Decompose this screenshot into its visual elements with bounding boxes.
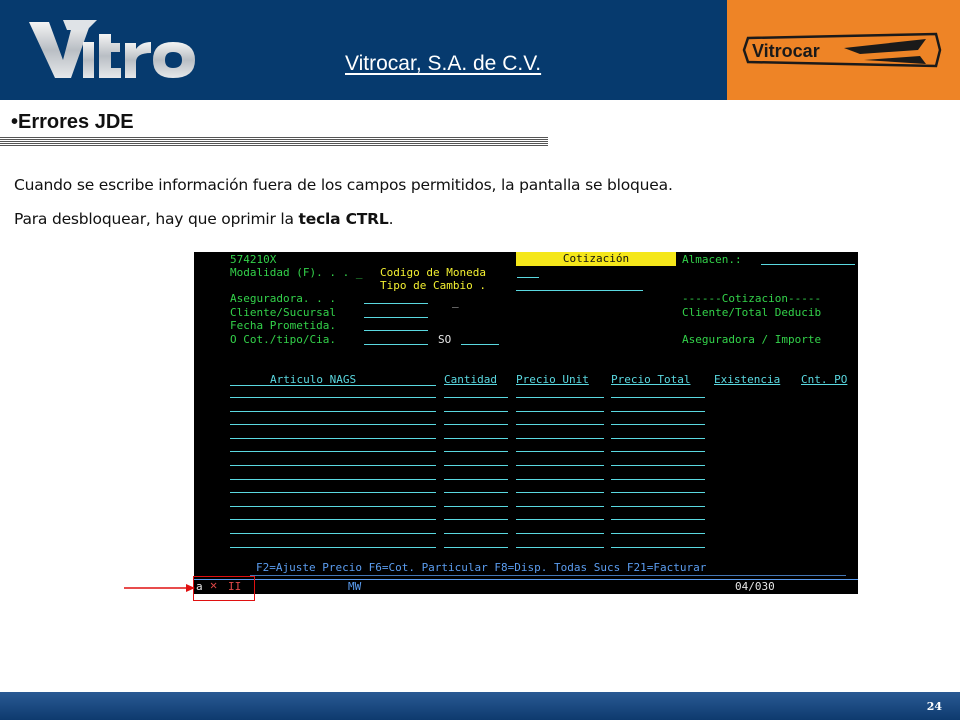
grid-input-field[interactable] (611, 492, 705, 494)
grid-input-field[interactable] (444, 410, 508, 412)
grid-input-field[interactable] (444, 451, 508, 453)
grid-input-field[interactable] (230, 424, 436, 426)
slide-footer: 24 (0, 692, 960, 720)
grid-input-field[interactable] (516, 451, 604, 453)
grid-input-field[interactable] (516, 410, 604, 412)
grid-input-field[interactable] (444, 505, 508, 507)
vitrocar-logo: Vitrocar (742, 32, 942, 68)
grid-input-field[interactable] (230, 505, 436, 507)
grid-input-field[interactable] (611, 533, 705, 534)
codigo-moneda-label: Codigo de Moneda (380, 266, 486, 279)
grid-input-field[interactable] (611, 465, 705, 466)
grid-input-field[interactable] (230, 519, 436, 521)
col-articulo: Articulo NAGS (270, 373, 357, 386)
grid-input-field[interactable] (444, 533, 508, 534)
cursor-position: 04/030 (735, 580, 775, 593)
cotizacion-section: ------Cotizacion----- (682, 292, 822, 305)
fecha-field[interactable] (364, 330, 428, 331)
slide-title: •Errores JDE (11, 111, 134, 133)
grid-input-field[interactable] (611, 451, 705, 453)
grid-input-field[interactable] (516, 465, 604, 466)
grid-input-field[interactable] (230, 546, 436, 548)
grid-input-field[interactable] (611, 546, 705, 548)
o-cot-field[interactable] (364, 344, 428, 345)
program-id: 574210X (230, 253, 277, 266)
grid-input-field[interactable] (444, 465, 508, 466)
grid-input-field[interactable] (516, 505, 604, 507)
grid-input-field[interactable] (516, 533, 604, 534)
red-pointer-arrow-icon (124, 584, 195, 592)
grid-input-field[interactable] (444, 437, 508, 439)
tipo-cambio-label: Tipo de Cambio . (380, 279, 486, 292)
instruction-text-2: Para desbloquear, hay que oprimir la tec… (14, 210, 394, 228)
grid-input-field[interactable] (516, 519, 604, 521)
grid-input-field[interactable] (516, 397, 604, 398)
page-number: 24 (926, 700, 942, 713)
almacen-field[interactable] (761, 264, 855, 265)
status-mw: MW (348, 580, 362, 593)
fecha-prometida-label: Fecha Prometida. (230, 319, 336, 332)
instruction-prefix: Para desbloquear, hay que oprimir la (14, 210, 299, 228)
tipo-cambio-field[interactable] (516, 290, 643, 291)
grid-input-field[interactable] (516, 492, 604, 494)
modalidad-label: Modalidad (F). . . _ (230, 266, 363, 279)
ctrl-key-label: tecla CTRL (298, 210, 389, 228)
jde-terminal-screen: 574210X Cotización Almacen.: Modalidad (… (194, 252, 858, 594)
title-underline (0, 137, 548, 146)
grid-input-field[interactable] (444, 478, 508, 480)
company-name: Vitrocar, S.A. de C.V. (345, 52, 542, 75)
grid-input-field[interactable] (230, 451, 436, 453)
cursor: _ (452, 295, 459, 308)
grid-input-field[interactable] (230, 410, 436, 412)
grid-input-field[interactable] (444, 546, 508, 548)
aseguradora-importe-label: Aseguradora / Importe (682, 333, 822, 346)
grid-input-field[interactable] (611, 519, 705, 521)
grid-input-field[interactable] (444, 492, 508, 494)
so-value: SO (438, 333, 452, 346)
grid-input-field[interactable] (611, 505, 705, 507)
grid-input-field[interactable] (444, 424, 508, 426)
col-precio-unit: Precio Unit (516, 373, 589, 386)
grid-input-field[interactable] (516, 424, 604, 426)
svg-text:Vitrocar: Vitrocar (752, 41, 820, 61)
grid-input-field[interactable] (611, 410, 705, 412)
grid-input-field[interactable] (230, 465, 436, 466)
aseguradora-label: Aseguradora. . . (230, 292, 336, 305)
instruction-suffix: . (388, 210, 394, 228)
vitro-logo (29, 20, 195, 78)
grid-input-field[interactable] (230, 437, 436, 439)
grid-input-field[interactable] (516, 478, 604, 480)
function-keys-rule (250, 575, 846, 576)
col-cnt-po: Cnt. PO (801, 373, 848, 386)
o-cot-label: O Cot./tipo/Cia. (230, 333, 336, 346)
cliente-sucursal-label: Cliente/Sucursal (230, 306, 336, 319)
aseguradora-field[interactable] (364, 303, 428, 304)
grid-input-field[interactable] (230, 478, 436, 480)
locked-indicator-highlight (193, 576, 255, 601)
almacen-label: Almacen.: (682, 253, 742, 266)
grid-input-field[interactable] (611, 424, 705, 426)
grid-input-field[interactable] (444, 397, 508, 398)
grid-input-field[interactable] (611, 437, 705, 439)
col-cantidad: Cantidad (444, 373, 497, 386)
grid-input-field[interactable] (611, 397, 705, 398)
grid-input-field[interactable] (516, 437, 604, 439)
cliente-total-label: Cliente/Total Deducib (682, 306, 822, 319)
cia-field[interactable] (461, 344, 499, 345)
moneda-field[interactable] (517, 277, 539, 278)
grid-input-field[interactable] (230, 533, 436, 534)
grid-input-field[interactable] (230, 492, 436, 494)
col-precio-total: Precio Total (611, 373, 691, 386)
slide-header: Vitrocar, S.A. de C.V. Vitrocar (0, 0, 960, 100)
function-keys: F2=Ajuste Precio F6=Cot. Particular F8=D… (256, 561, 707, 574)
cliente-field[interactable] (364, 317, 428, 318)
grid-input-field[interactable] (444, 519, 508, 521)
screen-title: Cotización (516, 252, 676, 266)
grid-input-field[interactable] (516, 546, 604, 548)
grid-input-field[interactable] (611, 478, 705, 480)
status-bar: a ✕ II MW 04/030 (194, 579, 858, 594)
col-existencia: Existencia (714, 373, 781, 386)
grid-input-field[interactable] (230, 397, 436, 398)
instruction-text-1: Cuando se escribe información fuera de l… (14, 176, 673, 194)
